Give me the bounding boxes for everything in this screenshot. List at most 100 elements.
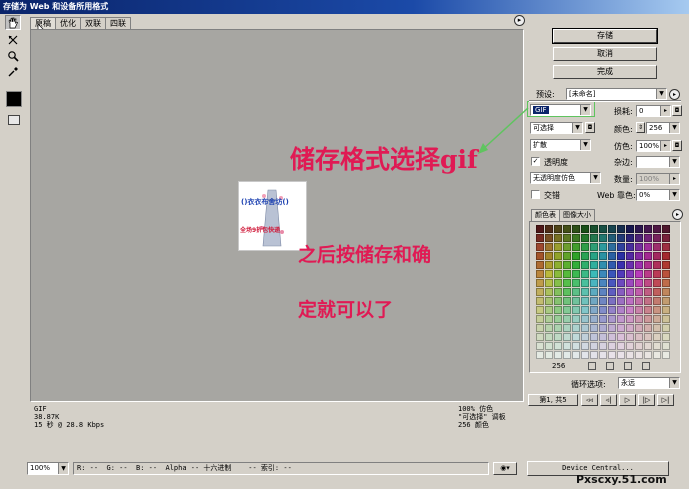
- color-swatch[interactable]: [635, 315, 643, 323]
- tab-optimized[interactable]: 优化: [55, 17, 81, 29]
- color-swatch[interactable]: [617, 342, 625, 350]
- color-swatch[interactable]: [644, 270, 652, 278]
- color-swatch[interactable]: [545, 333, 553, 341]
- color-swatch[interactable]: [644, 252, 652, 260]
- color-swatch[interactable]: [599, 342, 607, 350]
- zoom-select[interactable]: 100% ▼: [27, 462, 69, 475]
- color-swatch[interactable]: [545, 351, 553, 359]
- color-swatch[interactable]: [635, 252, 643, 260]
- color-swatch[interactable]: [590, 252, 598, 260]
- color-swatch[interactable]: [644, 279, 652, 287]
- color-swatch[interactable]: [608, 351, 616, 359]
- tab-2-up[interactable]: 双联: [80, 17, 106, 29]
- color-swatch[interactable]: [554, 324, 562, 332]
- color-swatch[interactable]: [545, 342, 553, 350]
- color-swatch[interactable]: [563, 225, 571, 233]
- dither-mask-button[interactable]: ◘: [672, 140, 682, 151]
- color-swatch[interactable]: [572, 342, 580, 350]
- color-swatch[interactable]: [644, 306, 652, 314]
- color-swatch[interactable]: [581, 351, 589, 359]
- color-swatch[interactable]: [572, 351, 580, 359]
- color-swatch[interactable]: [626, 351, 634, 359]
- next-frame-button[interactable]: |▷: [638, 394, 655, 406]
- color-swatch[interactable]: [662, 342, 670, 350]
- color-swatch[interactable]: [554, 297, 562, 305]
- color-swatch[interactable]: [662, 261, 670, 269]
- color-swatch[interactable]: [590, 333, 598, 341]
- slice-select-tool[interactable]: [5, 32, 21, 47]
- zoom-tool[interactable]: [5, 48, 21, 63]
- color-swatch[interactable]: [572, 297, 580, 305]
- color-swatch[interactable]: [635, 297, 643, 305]
- color-swatch[interactable]: [644, 351, 652, 359]
- color-swatch[interactable]: [662, 351, 670, 359]
- color-swatch[interactable]: [644, 234, 652, 242]
- color-swatch[interactable]: [635, 351, 643, 359]
- preview-menu-button[interactable]: ▸: [514, 15, 525, 26]
- color-swatch[interactable]: [635, 342, 643, 350]
- color-swatch[interactable]: [545, 234, 553, 242]
- color-swatch[interactable]: [653, 315, 661, 323]
- color-swatch[interactable]: [644, 324, 652, 332]
- color-swatch[interactable]: [536, 234, 544, 242]
- color-swatch[interactable]: [617, 315, 625, 323]
- color-swatch[interactable]: [581, 342, 589, 350]
- color-swatch[interactable]: [599, 315, 607, 323]
- color-swatch[interactable]: [572, 225, 580, 233]
- color-swatch[interactable]: [617, 225, 625, 233]
- color-swatch[interactable]: [653, 261, 661, 269]
- color-swatch[interactable]: [617, 297, 625, 305]
- color-swatch[interactable]: [662, 288, 670, 296]
- color-swatch[interactable]: [635, 225, 643, 233]
- eyedropper-color-swatch[interactable]: [6, 91, 22, 107]
- web-snap-input[interactable]: 0% ▼: [636, 189, 680, 201]
- color-swatch[interactable]: [545, 279, 553, 287]
- color-swatch[interactable]: [635, 306, 643, 314]
- color-swatch[interactable]: [608, 324, 616, 332]
- color-swatch[interactable]: [599, 324, 607, 332]
- color-swatch[interactable]: [644, 333, 652, 341]
- color-swatch[interactable]: [599, 270, 607, 278]
- color-swatch[interactable]: [590, 279, 598, 287]
- color-swatch[interactable]: [545, 306, 553, 314]
- color-swatch[interactable]: [599, 234, 607, 242]
- color-swatch[interactable]: [608, 234, 616, 242]
- color-swatch[interactable]: [626, 333, 634, 341]
- color-swatch[interactable]: [590, 297, 598, 305]
- color-swatch[interactable]: [563, 234, 571, 242]
- color-swatch[interactable]: [635, 333, 643, 341]
- color-swatch[interactable]: [626, 297, 634, 305]
- color-swatch[interactable]: [536, 243, 544, 251]
- color-swatch[interactable]: [662, 324, 670, 332]
- color-swatch[interactable]: [554, 342, 562, 350]
- color-swatch[interactable]: [563, 315, 571, 323]
- color-swatch[interactable]: [653, 288, 661, 296]
- color-swatch[interactable]: [563, 306, 571, 314]
- color-swatch[interactable]: [608, 342, 616, 350]
- color-swatch[interactable]: [608, 270, 616, 278]
- color-swatch[interactable]: [581, 279, 589, 287]
- color-swatch[interactable]: [644, 342, 652, 350]
- color-swatch[interactable]: [590, 288, 598, 296]
- color-swatch[interactable]: [608, 315, 616, 323]
- color-swatch[interactable]: [653, 225, 661, 233]
- color-swatch[interactable]: [599, 288, 607, 296]
- color-swatch[interactable]: [599, 351, 607, 359]
- color-swatch[interactable]: [662, 225, 670, 233]
- color-swatch[interactable]: [599, 297, 607, 305]
- transparency-dither-select[interactable]: 无透明度仿色 ▼: [530, 172, 601, 184]
- color-swatch[interactable]: [554, 270, 562, 278]
- color-swatch[interactable]: [581, 306, 589, 314]
- color-swatch[interactable]: [608, 288, 616, 296]
- color-swatch[interactable]: [554, 225, 562, 233]
- color-swatch[interactable]: [572, 261, 580, 269]
- color-swatch[interactable]: [536, 288, 544, 296]
- matte-select[interactable]: ▼: [636, 156, 680, 168]
- color-swatch[interactable]: [599, 306, 607, 314]
- color-swatch[interactable]: [554, 315, 562, 323]
- color-swatch[interactable]: [545, 297, 553, 305]
- hand-tool[interactable]: [5, 15, 21, 30]
- color-swatch[interactable]: [581, 270, 589, 278]
- color-swatch[interactable]: [608, 306, 616, 314]
- color-swatch[interactable]: [554, 351, 562, 359]
